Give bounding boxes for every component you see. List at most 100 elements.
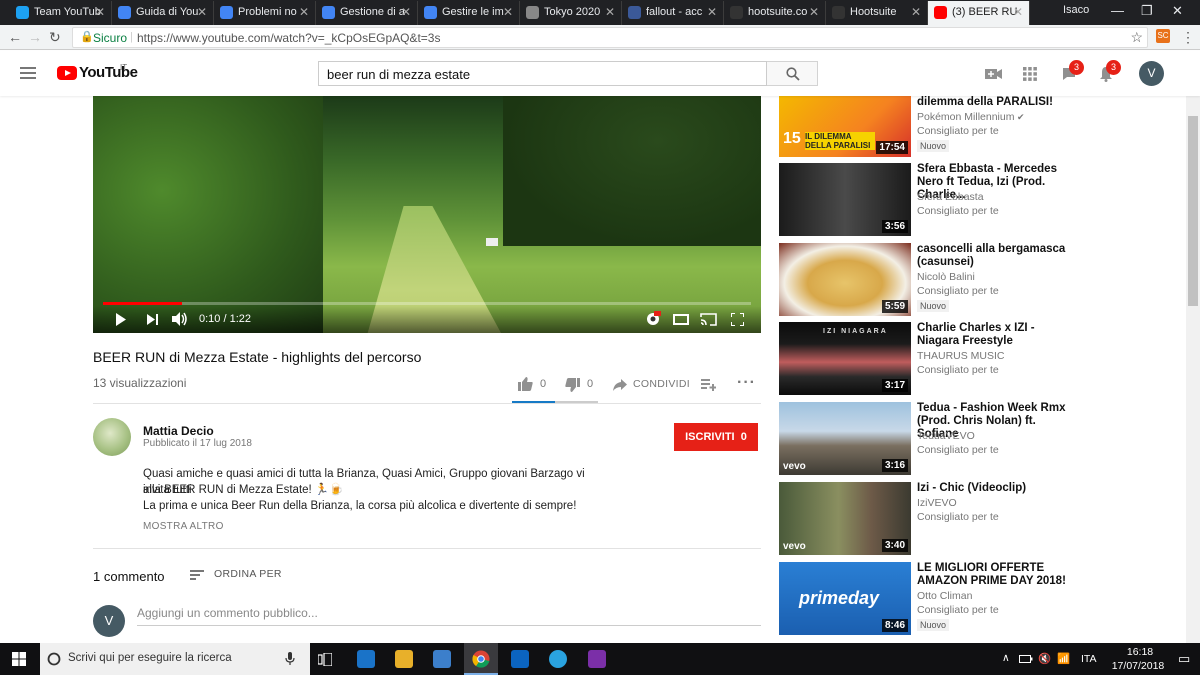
clock-date[interactable]: 17/07/2018 xyxy=(1108,660,1168,672)
browser-tab[interactable]: fallout - acc ✕ xyxy=(622,1,724,25)
add-to-playlist-icon[interactable] xyxy=(701,379,716,391)
tab-close-icon[interactable]: ✕ xyxy=(605,1,615,23)
bookmark-star-icon[interactable]: ☆ xyxy=(1130,29,1143,46)
browser-tab[interactable]: Team YouTub ✕ xyxy=(10,1,112,25)
windows-start-icon[interactable] xyxy=(12,652,26,666)
url-text[interactable]: https://www.youtube.com/watch?v=_kCpOsEG… xyxy=(137,31,440,45)
channel-name[interactable]: IziVEVO xyxy=(917,497,957,509)
tab-close-icon[interactable]: ✕ xyxy=(1013,1,1023,23)
recommended-video[interactable]: IL DILEMMA DELLA PARALISI 15 17:54 dilemma … xyxy=(779,96,1179,171)
onenote-icon[interactable] xyxy=(588,650,606,668)
video-thumbnail[interactable]: vevo 3:40 xyxy=(779,482,911,555)
microphone-icon[interactable] xyxy=(285,652,295,666)
volume-muted-icon[interactable]: 🔇 xyxy=(1038,652,1051,665)
forward-icon[interactable]: → xyxy=(28,29,42,45)
battery-icon[interactable] xyxy=(1019,655,1033,663)
address-bar[interactable]: 🔒 Sicuro | https://www.youtube.com/watch… xyxy=(72,27,1148,48)
browser-tab[interactable]: hootsuite.co ✕ xyxy=(724,1,826,25)
play-icon[interactable] xyxy=(115,313,127,326)
store-icon[interactable] xyxy=(433,650,451,668)
video-player[interactable]: 0:10 / 1:22 xyxy=(93,96,761,333)
minimize-icon[interactable]: — xyxy=(1111,3,1124,18)
menu-icon[interactable] xyxy=(20,67,36,79)
network-icon[interactable]: 📶 xyxy=(1057,652,1070,665)
sort-button[interactable]: ORDINA PER xyxy=(190,566,285,584)
maximize-icon[interactable]: ❐ xyxy=(1141,3,1153,19)
recommended-video-title[interactable]: LE MIGLIORI OFFERTE AMAZON PRIME DAY 201… xyxy=(917,562,1077,588)
recommended-video[interactable]: vevo 3:40 Izi - Chic (Videoclip) IziVEVO Con… xyxy=(779,482,1179,557)
clock-time[interactable]: 16:18 xyxy=(1120,646,1160,658)
scrollbar-thumb[interactable] xyxy=(1188,116,1198,306)
browser-tab[interactable]: Gestione di a ✕ xyxy=(316,1,418,25)
show-more-button[interactable]: MOSTRA ALTRO xyxy=(143,521,224,532)
tab-close-icon[interactable]: ✕ xyxy=(503,1,513,23)
browser-tab[interactable]: Gestire le im ✕ xyxy=(418,1,520,25)
browser-menu-icon[interactable]: ⋮ xyxy=(1181,29,1195,46)
search-button[interactable] xyxy=(767,61,818,86)
browser-profile-name[interactable]: Isaco xyxy=(1063,4,1089,16)
channel-name[interactable]: Sfera Ebbasta xyxy=(917,191,984,203)
tab-close-icon[interactable]: ✕ xyxy=(911,1,921,23)
action-center-icon[interactable]: ▭ xyxy=(1178,651,1190,667)
video-thumbnail[interactable]: vevo 3:16 xyxy=(779,402,911,475)
youtube-logo-text[interactable]: YouTube xyxy=(79,64,138,81)
recommended-video-title[interactable]: Izi - Chic (Videoclip) xyxy=(917,482,1077,495)
dislike-button[interactable]: 0 xyxy=(565,376,605,394)
recommended-video[interactable]: 5:59 casoncelli alla bergamasca (casunsei… xyxy=(779,243,1179,318)
telegram-icon[interactable] xyxy=(549,650,567,668)
youtube-logo-icon[interactable] xyxy=(57,66,77,80)
video-thumbnail[interactable]: IZI NIAGARA 3:17 xyxy=(779,322,911,395)
channel-name[interactable]: Pokémon Millennium ✔ xyxy=(917,111,1025,123)
tray-chevron-icon[interactable]: ∧ xyxy=(1002,652,1010,664)
like-button[interactable]: 0 xyxy=(518,376,558,394)
taskbar-search[interactable]: Scrivi qui per eseguire la ricerca xyxy=(40,643,310,675)
tab-close-icon[interactable]: ✕ xyxy=(707,1,717,23)
task-view-icon[interactable] xyxy=(318,653,332,666)
browser-tab[interactable]: Tokyo 2020 ✕ xyxy=(520,1,622,25)
subscribe-button[interactable]: ISCRIVITI 0 xyxy=(674,423,758,451)
search-input[interactable]: beer run di mezza estate xyxy=(318,61,767,86)
apps-grid-icon[interactable] xyxy=(1023,67,1037,81)
extension-icon[interactable]: SC xyxy=(1156,29,1170,43)
file-explorer-icon[interactable] xyxy=(395,650,413,668)
browser-tab[interactable]: Hootsuite ✕ xyxy=(826,1,928,25)
recommended-video-title[interactable]: casoncelli alla bergamasca (casunsei) xyxy=(917,243,1077,269)
recommended-video[interactable]: primeday 8:46 LE MIGLIORI OFFERTE AMAZON P… xyxy=(779,562,1179,637)
close-window-icon[interactable]: ✕ xyxy=(1172,3,1183,19)
back-icon[interactable]: ← xyxy=(8,29,22,45)
video-thumbnail[interactable]: 3:56 xyxy=(779,163,911,236)
channel-name[interactable]: Nicolò Balini xyxy=(917,271,975,283)
next-icon[interactable] xyxy=(147,314,159,325)
chrome-taskbar-button[interactable] xyxy=(464,643,498,675)
browser-tab[interactable]: Problemi no ✕ xyxy=(214,1,316,25)
channel-name[interactable]: Otto Climan xyxy=(917,590,972,602)
comment-input[interactable]: Aggiungi un commento pubblico... xyxy=(137,606,757,626)
recommended-video[interactable]: IZI NIAGARA 3:17 Charlie Charles x IZI - N… xyxy=(779,322,1179,397)
cast-icon[interactable] xyxy=(700,313,717,326)
tab-close-icon[interactable]: ✕ xyxy=(809,1,819,23)
page-scrollbar[interactable] xyxy=(1186,96,1200,643)
search-query[interactable]: beer run di mezza estate xyxy=(327,67,470,82)
channel-name[interactable]: THAURUS MUSIC xyxy=(917,350,1005,362)
settings-gear-icon[interactable] xyxy=(645,311,661,327)
account-avatar[interactable]: V xyxy=(1139,61,1164,86)
language-indicator[interactable]: ITA xyxy=(1081,653,1097,665)
more-actions-icon[interactable]: ··· xyxy=(737,374,756,392)
recommended-video-title[interactable]: dilemma della PARALISI! xyxy=(917,96,1077,109)
recommended-video-title[interactable]: Charlie Charles x IZI - Niagara Freestyl… xyxy=(917,322,1077,348)
video-thumbnail[interactable]: IL DILEMMA DELLA PARALISI 15 17:54 xyxy=(779,96,911,157)
upload-video-icon[interactable] xyxy=(985,67,1003,81)
channel-avatar[interactable] xyxy=(93,418,131,456)
progress-bar[interactable] xyxy=(103,302,751,305)
browser-tab[interactable]: Guida di You ✕ xyxy=(112,1,214,25)
recommended-video[interactable]: vevo 3:16 Tedua - Fashion Week Rmx (Prod. … xyxy=(779,402,1179,477)
volume-icon[interactable] xyxy=(172,312,188,326)
outlook-icon[interactable] xyxy=(511,650,529,668)
channel-name[interactable]: Mattia Decio xyxy=(143,424,214,438)
theater-mode-icon[interactable] xyxy=(673,314,689,325)
video-thumbnail[interactable]: primeday 8:46 xyxy=(779,562,911,635)
recommended-video[interactable]: 3:56 Sfera Ebbasta - Mercedes Nero ft Ted… xyxy=(779,163,1179,238)
tab-close-icon[interactable]: ✕ xyxy=(95,1,105,23)
tab-close-icon[interactable]: ✕ xyxy=(197,1,207,23)
edge-browser-icon[interactable] xyxy=(357,650,375,668)
